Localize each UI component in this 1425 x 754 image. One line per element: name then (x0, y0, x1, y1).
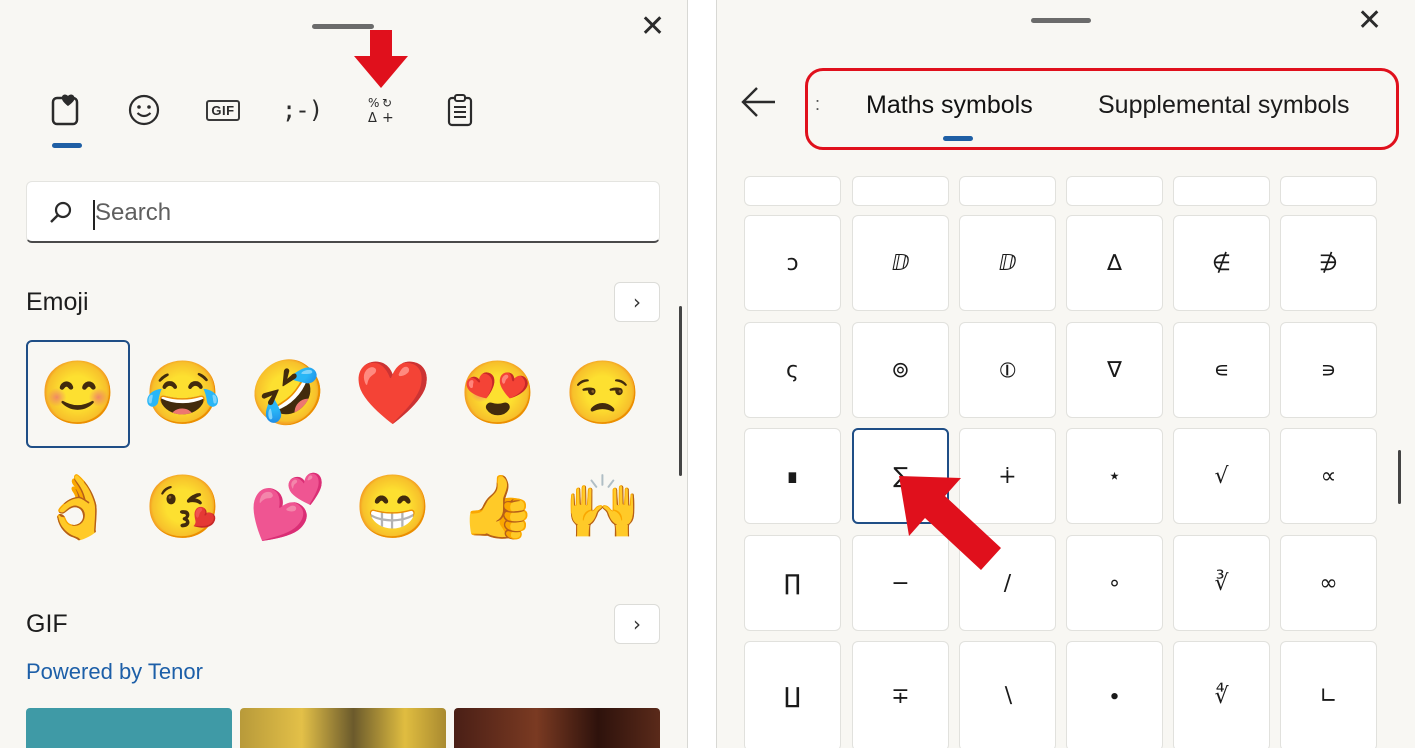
scrollbar[interactable] (1398, 450, 1401, 504)
symbol-cell[interactable]: ∉ (1173, 215, 1270, 311)
emoji-tears-of-joy[interactable]: 😂 (131, 340, 235, 448)
symbols-icon: % ↻ Δ + (368, 96, 394, 126)
emoji-two-hearts[interactable]: 💕 (236, 454, 340, 562)
smiley-icon (128, 94, 160, 126)
symbol-cell[interactable]: ∛ (1173, 535, 1270, 631)
tab-previous-partial[interactable]: : (815, 94, 820, 115)
emoji-see-more-button[interactable]: › (614, 282, 660, 322)
tab-selected-indicator (943, 136, 973, 141)
svg-text:%: % (368, 96, 379, 110)
symbol-cell[interactable]: ⊚ (852, 322, 949, 418)
emoji-raising-hands[interactable]: 🙌 (551, 454, 655, 562)
symbol-cell[interactable]: ⅅ (959, 215, 1056, 311)
search-input[interactable] (95, 194, 635, 232)
symbol-cell[interactable]: ∖ (959, 641, 1056, 748)
search-icon (50, 201, 72, 223)
symbol-cell[interactable]: ∘ (1066, 535, 1163, 631)
symbol-cell[interactable]: ∙ (1066, 641, 1163, 748)
symbol-cell[interactable] (1066, 176, 1163, 206)
powered-by-tenor-link[interactable]: Powered by Tenor (26, 659, 203, 685)
emoji-smiling-face[interactable]: 😊 (26, 340, 130, 448)
symbol-cell[interactable]: ↄ (744, 215, 841, 311)
drag-handle[interactable] (1031, 18, 1091, 23)
symbol-cell[interactable]: ⋆ (1066, 428, 1163, 524)
symbol-cell[interactable] (1280, 176, 1377, 206)
tab-supplemental-symbols[interactable]: Supplemental symbols (1098, 91, 1350, 120)
symbol-cell[interactable]: ∞ (1280, 535, 1377, 631)
back-arrow-icon[interactable] (739, 84, 779, 120)
emoji-unamused-face[interactable]: 😒 (551, 340, 655, 448)
symbol-cell[interactable]: ∏ (744, 535, 841, 631)
symbol-cell[interactable]: ∎ (744, 428, 841, 524)
tab-clipboard[interactable] (438, 88, 482, 132)
tab-selected-indicator (52, 143, 82, 148)
emoji-face-blowing-kiss[interactable]: 😘 (131, 454, 235, 562)
tab-maths-symbols[interactable]: Maths symbols (866, 91, 1033, 120)
symbol-cell[interactable] (959, 176, 1056, 206)
gif-icon: GIF (206, 99, 240, 121)
chevron-right-icon: › (633, 290, 641, 314)
symbol-cell[interactable]: ∐ (744, 641, 841, 748)
search-box[interactable] (26, 181, 660, 243)
tab-symbols[interactable]: % ↻ Δ + (359, 88, 403, 132)
symbol-cell[interactable]: ∌ (1280, 215, 1377, 311)
symbol-cell[interactable]: ⦶ (959, 322, 1056, 418)
scrollbar[interactable] (679, 306, 682, 476)
symbol-cell[interactable]: ∍ (1280, 322, 1377, 418)
symbol-cell[interactable]: ∓ (852, 641, 949, 748)
symbol-cell[interactable]: ∆ (1066, 215, 1163, 311)
gif-thumbnail[interactable] (454, 708, 660, 748)
tab-gif[interactable]: GIF (201, 88, 245, 132)
emoji-red-heart[interactable]: ❤️ (341, 340, 445, 448)
svg-text:↻: ↻ (382, 96, 392, 110)
emoji-heart-eyes[interactable]: 😍 (446, 340, 550, 448)
emoji-ok-hand[interactable]: 👌 (26, 454, 130, 562)
emoji-beaming-face[interactable]: 😁 (341, 454, 445, 562)
symbol-cell[interactable]: ∊ (1173, 322, 1270, 418)
annotation-arrow-diagonal (899, 476, 1001, 570)
gif-thumbnail[interactable] (240, 708, 446, 748)
symbol-cell[interactable]: √ (1173, 428, 1270, 524)
tab-favorites[interactable] (44, 88, 88, 132)
kaomoji-icon: ;-) (281, 96, 323, 124)
symbol-cell[interactable] (744, 176, 841, 206)
symbol-cell[interactable]: ∟ (1280, 641, 1377, 748)
symbol-cell[interactable] (1173, 176, 1270, 206)
gif-thumbnail[interactable] (26, 708, 232, 748)
gif-see-more-button[interactable]: › (614, 604, 660, 644)
annotation-arrow-down (354, 30, 408, 88)
tab-emoji[interactable] (122, 88, 166, 132)
emoji-thumbs-up[interactable]: 👍 (446, 454, 550, 562)
heart-clip-icon (51, 94, 79, 126)
close-icon[interactable]: ✕ (640, 12, 665, 42)
symbol-cell[interactable]: ∇ (1066, 322, 1163, 418)
svg-text:+: + (382, 110, 394, 126)
tab-kaomoji[interactable]: ;-) (280, 88, 324, 132)
symbols-panel: ✕ : Maths symbols Supplemental symbols ↄ… (716, 0, 1415, 748)
gif-section-title: GIF (26, 610, 68, 638)
symbol-cell[interactable]: ⅅ (852, 215, 949, 311)
symbol-cell[interactable] (852, 176, 949, 206)
emoji-panel: ✕ GIF ;-) % ↻ Δ + Search Emoji › 😊 😂 🤣 ❤… (0, 0, 688, 748)
symbol-cell[interactable]: ∝ (1280, 428, 1377, 524)
chevron-right-icon: › (633, 612, 641, 636)
symbol-cell[interactable]: ∜ (1173, 641, 1270, 748)
svg-text:Δ: Δ (368, 111, 377, 126)
emoji-section-title: Emoji (26, 288, 89, 316)
close-icon[interactable]: ✕ (1357, 6, 1382, 36)
symbol-cell[interactable]: ς (744, 322, 841, 418)
emoji-rolling-laughing[interactable]: 🤣 (236, 340, 340, 448)
clipboard-icon (447, 94, 473, 127)
